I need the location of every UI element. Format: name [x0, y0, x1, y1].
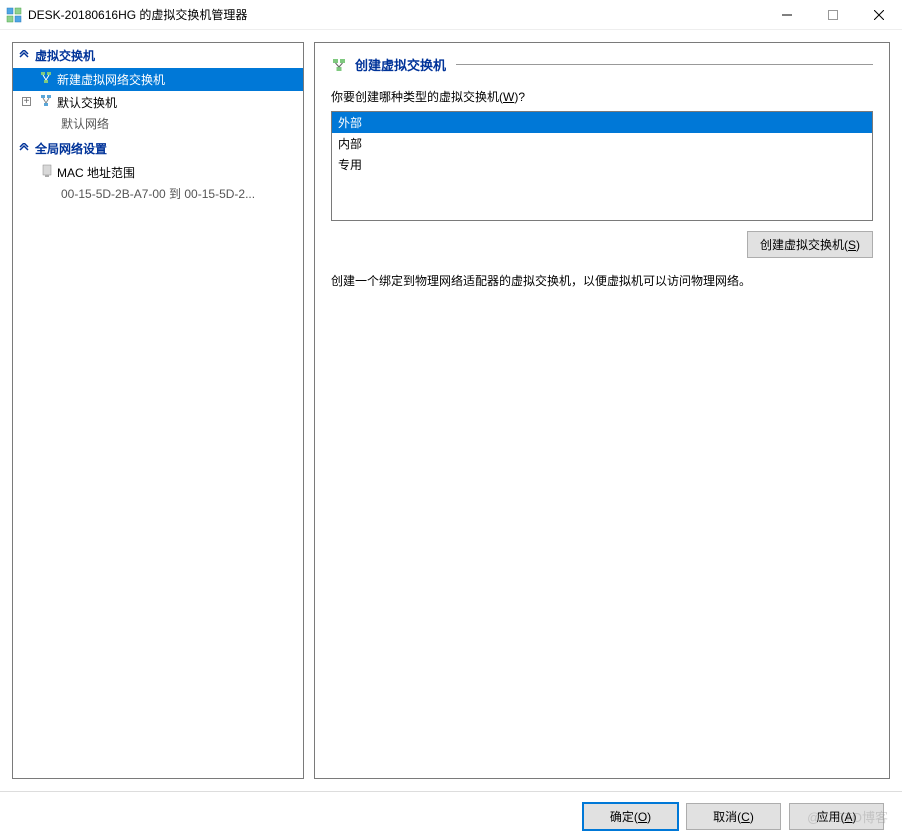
panel-title: 创建虚拟交换机	[355, 55, 446, 74]
network-switch-icon	[331, 57, 347, 73]
sidebar-header-virtual-switch[interactable]: 虚拟交换机	[13, 43, 303, 68]
close-button[interactable]	[856, 0, 902, 30]
list-item-private[interactable]: 专用	[332, 154, 872, 175]
titlebar: DESK-20180616HG 的虚拟交换机管理器	[0, 0, 902, 30]
sidebar-item-new-virtual-switch[interactable]: 新建虚拟网络交换机	[13, 68, 303, 91]
panel-header: 创建虚拟交换机	[331, 55, 873, 74]
list-item-internal[interactable]: 内部	[332, 133, 872, 154]
sidebar-item-default-switch[interactable]: + 默认交换机	[13, 91, 303, 114]
content-area: 虚拟交换机 新建虚拟网络交换机 +	[0, 30, 902, 791]
sidebar-item-mac-range[interactable]: MAC 地址范围	[13, 161, 303, 184]
chevron-up-icon	[19, 142, 29, 152]
plus-icon[interactable]: +	[22, 97, 31, 106]
network-switch-icon	[39, 94, 53, 108]
sidebar-item-sub: 默认网络	[13, 114, 303, 136]
footer: 确定(O) 取消(C) 应用(A)	[0, 792, 902, 840]
network-switch-icon	[39, 71, 53, 85]
maximize-button[interactable]	[810, 0, 856, 30]
apply-button[interactable]: 应用(A)	[789, 803, 884, 830]
nic-icon	[41, 164, 53, 181]
sidebar-header-global-network[interactable]: 全局网络设置	[13, 136, 303, 161]
window-controls	[764, 0, 902, 30]
window-title: DESK-20180616HG 的虚拟交换机管理器	[28, 6, 764, 23]
prompt-label: 你要创建哪种类型的虚拟交换机(W)?	[331, 88, 873, 105]
sidebar-item-sub: 00-15-5D-2B-A7-00 到 00-15-5D-2...	[13, 184, 303, 206]
sidebar-item-label: MAC 地址范围	[57, 166, 135, 180]
cancel-button[interactable]: 取消(C)	[686, 803, 781, 830]
app-icon	[6, 7, 22, 23]
sidebar: 虚拟交换机 新建虚拟网络交换机 +	[12, 42, 304, 779]
description-text: 创建一个绑定到物理网络适配器的虚拟交换机，以便虚拟机可以访问物理网络。	[331, 272, 873, 291]
sidebar-section-label: 虚拟交换机	[35, 49, 95, 63]
header-divider	[456, 64, 873, 65]
create-virtual-switch-button[interactable]: 创建虚拟交换机(S)	[747, 231, 873, 258]
switch-type-listbox[interactable]: 外部 内部 专用	[331, 111, 873, 221]
main-panel: 创建虚拟交换机 你要创建哪种类型的虚拟交换机(W)? 外部 内部 专用 创建虚拟…	[314, 42, 890, 779]
create-button-row: 创建虚拟交换机(S)	[331, 231, 873, 258]
ok-button[interactable]: 确定(O)	[583, 803, 678, 830]
minimize-button[interactable]	[764, 0, 810, 30]
sidebar-item-label: 默认交换机	[57, 96, 117, 110]
chevron-up-icon	[19, 49, 29, 59]
list-item-external[interactable]: 外部	[332, 112, 872, 133]
sidebar-item-label: 新建虚拟网络交换机	[57, 73, 165, 87]
window: DESK-20180616HG 的虚拟交换机管理器 虚拟交换机	[0, 0, 902, 840]
sidebar-section-label: 全局网络设置	[35, 142, 107, 156]
